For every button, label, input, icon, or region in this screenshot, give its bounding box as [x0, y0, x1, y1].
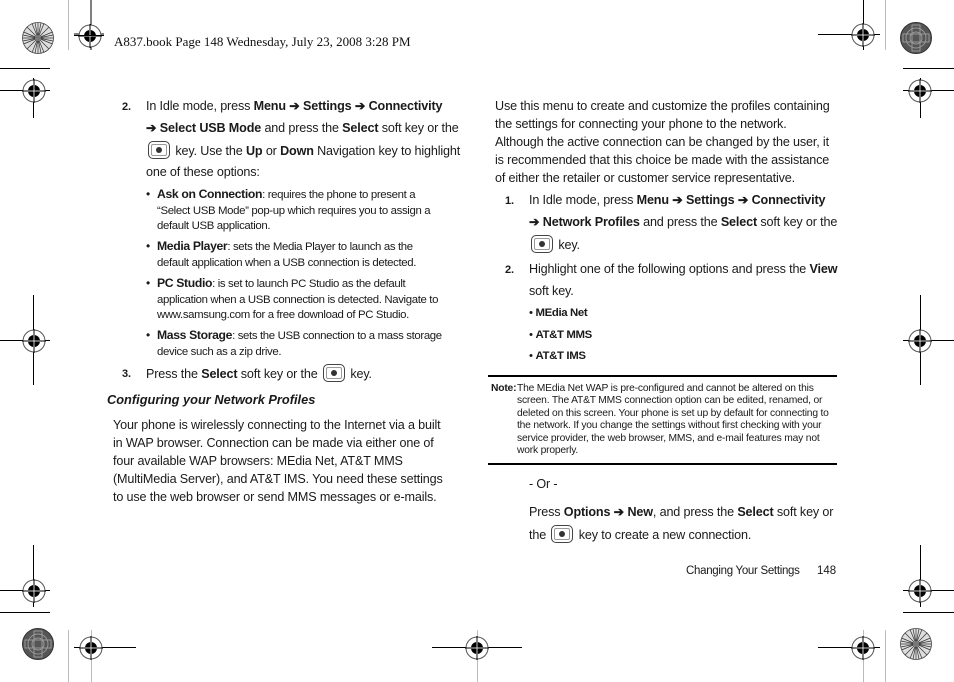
- registration-mark-icon: [22, 579, 46, 603]
- usb-option: • Media Player: sets the Media Player to…: [146, 239, 417, 269]
- profile-item: • AT&T MMS: [529, 329, 592, 341]
- bullet: •: [146, 239, 150, 253]
- footer-section: Changing Your Settings: [686, 565, 800, 577]
- bleed-line: [885, 0, 886, 50]
- registration-mark-icon: [22, 329, 46, 353]
- bleed-line: [68, 630, 69, 682]
- registration-mark-icon: [22, 79, 46, 103]
- gray-patch-icon: [900, 22, 932, 54]
- bullet: •: [146, 276, 150, 290]
- crop-line: [903, 612, 954, 613]
- color-wheel-icon: [900, 628, 932, 660]
- note-bottom-rule: [488, 463, 837, 465]
- usb-option: • Ask on Connection: requires the phone …: [146, 187, 431, 232]
- left-step-2: 2. In Idle mode, press Menu ➔ Settings ➔…: [122, 99, 461, 179]
- registration-mark-icon: [79, 636, 103, 660]
- usb-option: • Mass Storage: sets the USB connection …: [146, 328, 442, 358]
- registration-mark-icon: [908, 329, 932, 353]
- section-body: Your phone is wirelessly connecting to t…: [113, 418, 443, 504]
- intro-paragraph: Use this menu to create and customize th…: [495, 99, 830, 185]
- step-number: 2.: [122, 101, 131, 113]
- registration-mark-icon: [851, 23, 875, 47]
- select-key-icon: [531, 235, 553, 253]
- right-step-1: 1. In Idle mode, press Menu ➔ Settings ➔…: [505, 193, 838, 253]
- book-slug: A837.book Page 148 Wednesday, July 23, 2…: [114, 34, 411, 49]
- bleed-line: [68, 0, 69, 50]
- crop-line: [74, 35, 104, 36]
- registration-mark-icon: [851, 636, 875, 660]
- color-wheel-icon: [22, 22, 54, 54]
- select-key-icon: [322, 364, 345, 382]
- note-box: Note: The MEdia Net WAP is pre-configure…: [491, 383, 837, 457]
- bleed-line: [885, 630, 886, 682]
- step-number: 3.: [122, 368, 131, 380]
- step-number: 1.: [505, 195, 514, 207]
- profile-item: • MEdia Net: [529, 307, 588, 319]
- or-separator: - Or -: [529, 477, 558, 491]
- gray-patch-icon: [22, 628, 54, 660]
- select-key-icon: [551, 525, 574, 543]
- section-heading: Configuring your Network Profiles: [107, 392, 316, 407]
- page-number: 148: [817, 565, 837, 577]
- select-key-icon: [148, 141, 170, 159]
- note-label: Note:: [491, 383, 517, 394]
- right-step-2: 2. Highlight one of the following option…: [505, 262, 838, 298]
- bullet: •: [146, 328, 150, 342]
- bullet: •: [146, 187, 150, 201]
- crop-line: [0, 68, 50, 69]
- registration-mark-icon: [908, 579, 932, 603]
- crop-line: [903, 68, 954, 69]
- registration-mark-icon: [465, 636, 489, 660]
- registration-mark-icon: [908, 79, 932, 103]
- step-number: 2.: [505, 264, 514, 276]
- note-text: The MEdia Net WAP is pre-configured and …: [517, 383, 829, 457]
- registration-mark-icon: [78, 24, 102, 48]
- usb-option: • PC Studio: is set to launch PC Studio …: [146, 276, 439, 321]
- profile-item: • AT&T IMS: [529, 350, 586, 362]
- left-step-3: 3. Press the Select soft key or the key.: [122, 364, 462, 383]
- alt-instruction: Press Options ➔ New, and press the Selec…: [529, 505, 834, 543]
- crop-line: [0, 612, 50, 613]
- note-top-rule: [488, 375, 837, 377]
